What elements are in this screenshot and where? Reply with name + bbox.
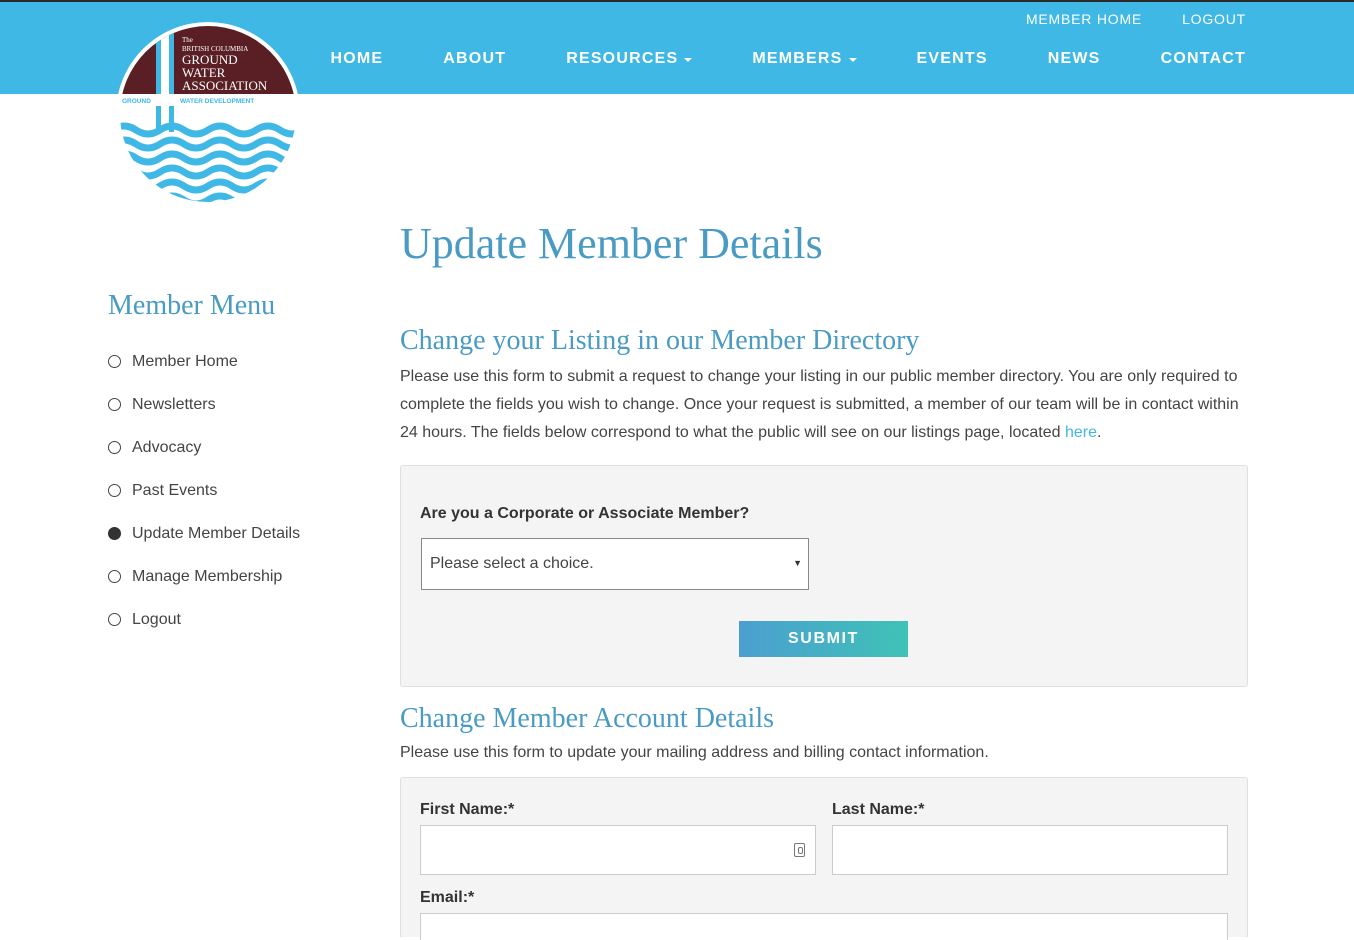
listing-section-title: Change your Listing in our Member Direct… [400, 325, 920, 356]
nav-members-label: MEMBERS [752, 50, 843, 67]
nav-events-label: EVENTS [916, 50, 988, 67]
sidebar-title: Member Menu [108, 290, 276, 321]
util-link-logout[interactable]: LOGOUT [1182, 11, 1246, 27]
radio-bullet-icon [108, 355, 121, 368]
bcgwa-logo[interactable]: The BRITISH COLUMBIA GROUND WATER ASSOCI… [112, 18, 304, 210]
email-label: Email:* [420, 889, 475, 906]
nav-contact[interactable]: CONTACT [1161, 50, 1246, 68]
member-type-select-value: Please select a choice. [430, 555, 594, 572]
sidebar-item-label: Manage Membership [132, 567, 283, 585]
account-form-panel: First Name:* Last Name:* Email:* [400, 777, 1248, 940]
logo-text-association: ASSOCIATION [182, 78, 268, 93]
sidebar-item-newsletters[interactable]: Newsletters [108, 383, 358, 426]
sidebar-item-label: Past Events [132, 481, 218, 499]
autofill-contact-icon[interactable] [794, 843, 805, 857]
sidebar-item-logout[interactable]: Logout [108, 598, 358, 641]
sidebar-item-past-events[interactable]: Past Events [108, 469, 358, 512]
nav-resources-label: RESOURCES [566, 50, 679, 67]
nav-news[interactable]: NEWS [1048, 50, 1101, 68]
logo-text-the: The [182, 36, 193, 44]
last-name-label: Last Name:* [832, 801, 925, 818]
sidebar-item-manage-membership[interactable]: Manage Membership [108, 555, 358, 598]
submit-button[interactable]: SUBMIT [739, 621, 908, 657]
page-title: Update Member Details [400, 219, 823, 268]
sidebar-item-label: Newsletters [132, 395, 216, 413]
radio-bullet-icon [108, 398, 121, 411]
nav-news-label: NEWS [1047, 50, 1101, 67]
listing-intro-period: . [1097, 424, 1102, 441]
account-section-title: Change Member Account Details [400, 703, 775, 734]
sidebar-item-label: Update Member Details [132, 524, 301, 542]
nav-about-label: ABOUT [443, 50, 507, 67]
utility-nav: MEMBER HOME LOGOUT [1026, 11, 1246, 27]
radio-bullet-icon [108, 613, 121, 626]
listings-page-link[interactable]: here [1065, 424, 1097, 441]
caret-down-icon [848, 58, 857, 62]
dropdown-arrow-icon: ▼ [793, 558, 802, 568]
sidebar-item-member-home[interactable]: Member Home [108, 340, 358, 383]
sidebar-item-update-member-details[interactable]: Update Member Details [108, 512, 358, 555]
nav-resources[interactable]: RESOURCES [566, 50, 693, 68]
caret-down-icon [684, 58, 693, 62]
last-name-input[interactable] [832, 825, 1228, 875]
email-input[interactable] [420, 913, 1228, 940]
account-intro: Please use this form to update your mail… [400, 744, 989, 761]
nav-home-label: HOME [330, 50, 384, 67]
nav-home[interactable]: HOME [330, 50, 383, 68]
main-nav: HOME ABOUT RESOURCES MEMBERS EVENTS NEWS… [330, 50, 1246, 68]
radio-bullet-filled-icon [108, 527, 121, 540]
listing-form-panel: Are you a Corporate or Associate Member?… [400, 465, 1248, 687]
sidebar-item-label: Logout [132, 610, 181, 628]
radio-bullet-icon [108, 570, 121, 583]
logo-tag-ground: GROUND [122, 98, 151, 105]
listing-intro: Please use this form to submit a request… [400, 363, 1248, 447]
radio-bullet-icon [108, 484, 121, 497]
sidebar-item-advocacy[interactable]: Advocacy [108, 426, 358, 469]
radio-bullet-icon [108, 441, 121, 454]
member-type-label: Are you a Corporate or Associate Member? [420, 505, 750, 522]
sidebar-item-label: Member Home [132, 352, 238, 370]
nav-about[interactable]: ABOUT [443, 50, 506, 68]
first-name-input[interactable] [420, 825, 816, 875]
member-type-select[interactable]: Please select a choice. ▼ [421, 538, 809, 590]
nav-contact-label: CONTACT [1160, 50, 1246, 67]
nav-members[interactable]: MEMBERS [752, 50, 857, 68]
nav-events[interactable]: EVENTS [917, 50, 988, 68]
listing-intro-text: Please use this form to submit a request… [400, 368, 1239, 441]
first-name-label: First Name:* [420, 801, 515, 818]
sidebar-item-label: Advocacy [132, 438, 202, 456]
logo-tag-water-development: WATER DEVELOPMENT [180, 98, 254, 105]
member-menu-sidebar: Member Menu Member Home Newsletters Advo… [108, 290, 358, 641]
main-content: Update Member Details Change your Listin… [400, 216, 1248, 940]
util-link-member-home[interactable]: MEMBER HOME [1026, 11, 1142, 27]
